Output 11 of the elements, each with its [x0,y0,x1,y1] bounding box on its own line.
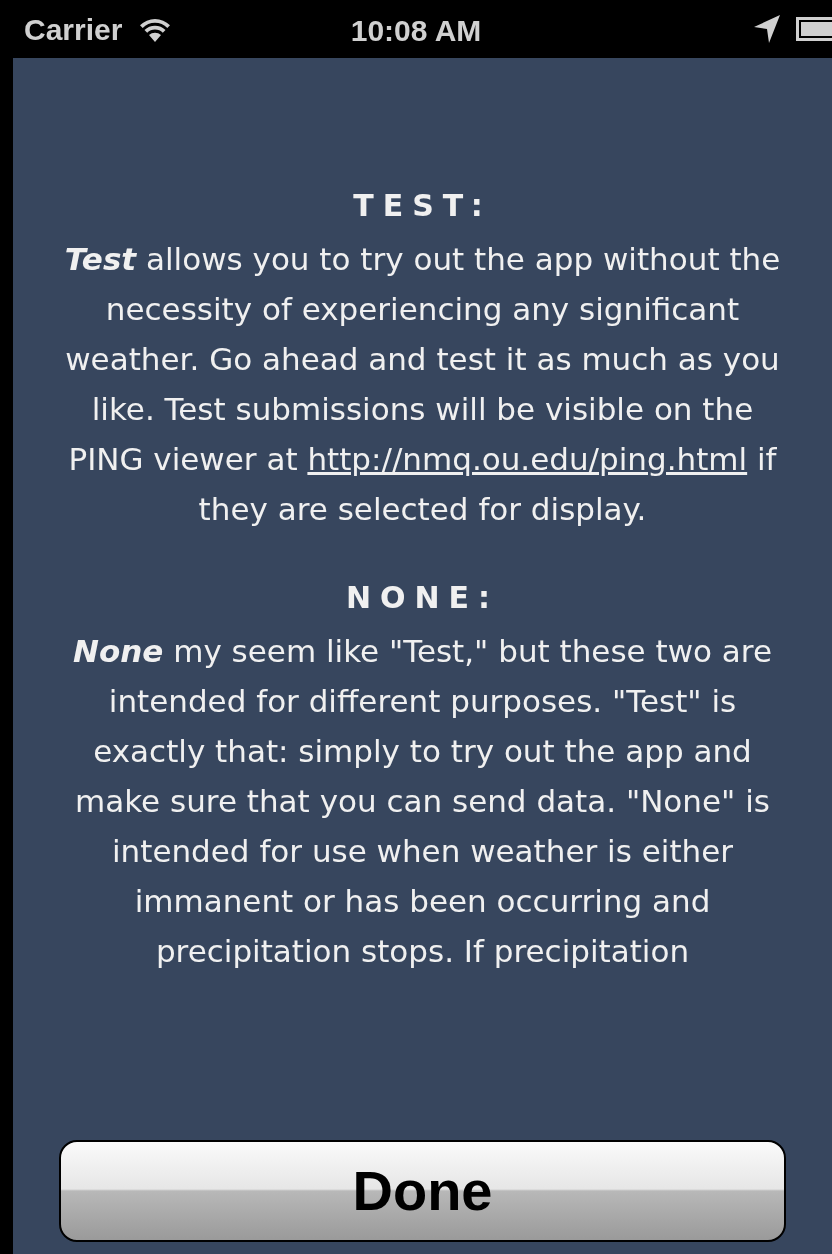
location-arrow-icon [754,15,780,43]
section-heading: NONE: [344,580,501,616]
clock-time: 10:08 AM [350,13,482,49]
wifi-icon [138,16,173,42]
carrier-name: Carrier [24,11,123,48]
link[interactable]: http://nmq.ou.edu/ping.html [307,441,748,477]
section-heading: TEST: [352,188,493,224]
battery-icon [796,17,832,41]
paragraph: Test allows you to try out the app without the necessity of experiencing any significant weather. Go ahead and test it as much as you like. Test submissions will be visible on the PING viewer at http://nmq.ou.edu/ping.html if they are selected for display. [63,240,782,529]
done-button[interactable]: Done [59,1140,786,1242]
paragraph: None my seem like "Test," but these two are intended for different purposes. "Test" is exactly that: simply to try out the app and make sure that you can send data. "None" is intended for use when weather is either immanent or has been occurring and precipitation stops. If precipitation [72,632,773,971]
